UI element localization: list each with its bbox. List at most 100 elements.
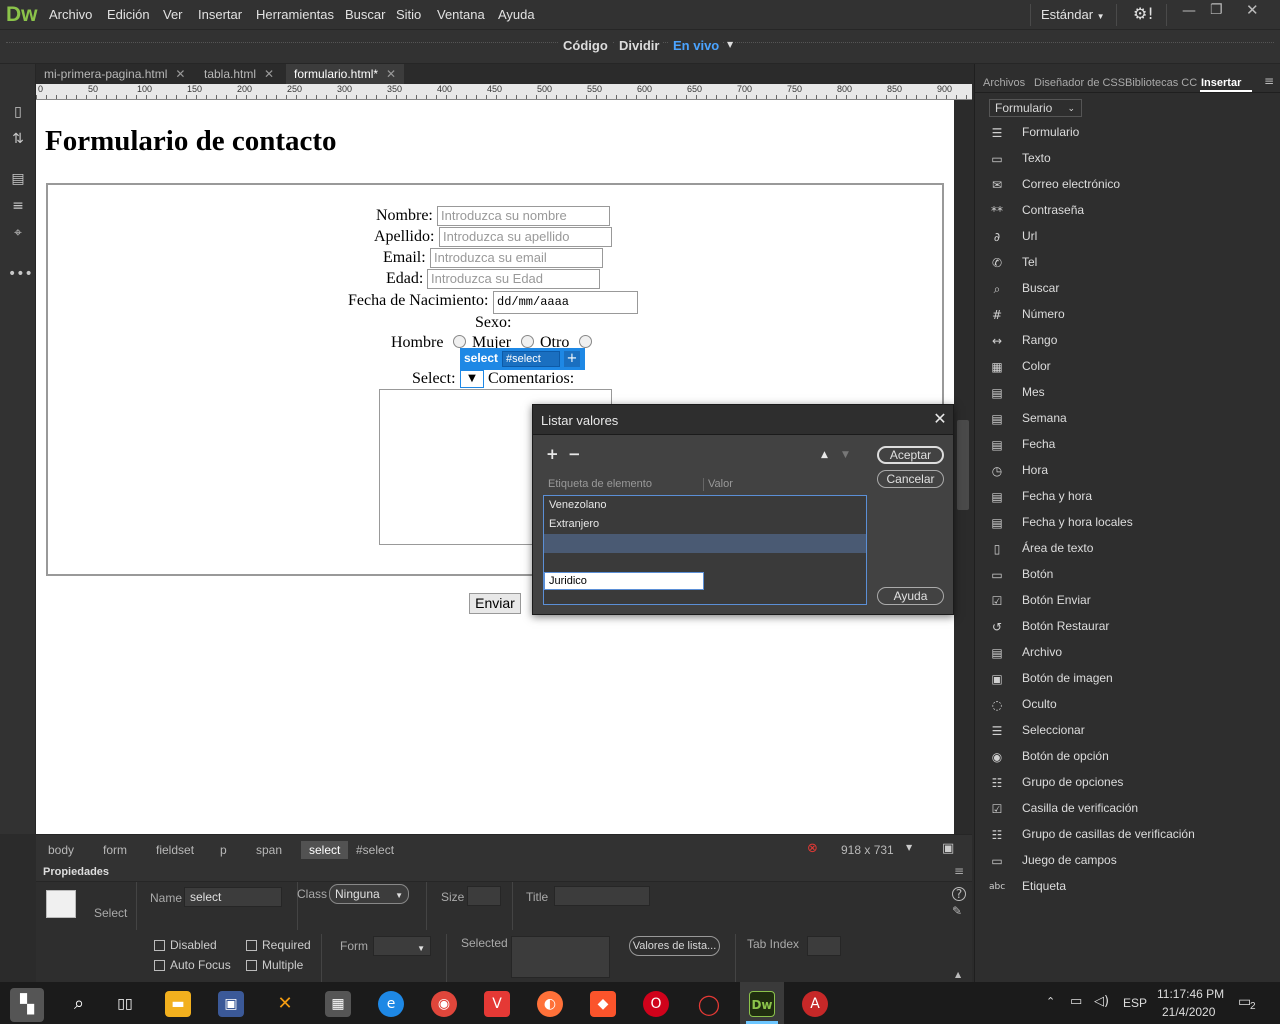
edit-icon[interactable]: ✎	[952, 904, 962, 918]
list-item[interactable]: Extranjero	[544, 515, 866, 534]
insert-fecha[interactable]: ▤ Fecha	[989, 432, 1269, 458]
add-class-button[interactable]: +	[564, 351, 580, 367]
dialog-titlebar[interactable]: Listar valores ✕	[533, 405, 953, 435]
class-dropdown[interactable]: Ninguna ▼	[329, 884, 409, 904]
insert-oculto[interactable]: ◌ Oculto	[989, 692, 1269, 718]
insert-boton[interactable]: ▭ Botón	[989, 562, 1269, 588]
close-icon[interactable]: ✕	[386, 67, 396, 81]
menu-ver[interactable]: Ver	[163, 7, 183, 22]
insert-texto[interactable]: ▭ Texto	[989, 146, 1269, 172]
help-icon[interactable]: ?	[952, 887, 966, 901]
autofocus-checkbox[interactable]	[154, 960, 165, 971]
close-icon[interactable]: ✕	[264, 67, 274, 81]
crumb-select[interactable]: select	[301, 841, 349, 859]
opera-gx-icon[interactable]: ◯	[696, 991, 722, 1017]
insert-fecha-hora-locales[interactable]: ▤ Fecha y hora locales	[989, 510, 1269, 536]
input-nombre[interactable]: Introduzca su nombre	[437, 206, 610, 226]
chevron-down-icon[interactable]: ▼	[906, 843, 912, 852]
search-icon[interactable]: ⌕	[66, 991, 92, 1017]
view-live-button[interactable]: En vivo	[669, 38, 724, 53]
insert-mes[interactable]: ▤ Mes	[989, 380, 1269, 406]
insert-seleccionar[interactable]: ☰ Seleccionar	[989, 718, 1269, 744]
insert-casilla[interactable]: ☑ Casilla de verificación	[989, 796, 1269, 822]
values-list[interactable]: Venezolano Extranjero Juridico	[543, 495, 867, 605]
crumb-body[interactable]: body	[48, 841, 74, 859]
crumb-span[interactable]: span	[256, 841, 282, 859]
menu-ventana[interactable]: Ventana	[437, 7, 485, 22]
crumb-form[interactable]: form	[103, 841, 127, 859]
list-item-selected[interactable]: Juridico	[544, 534, 866, 590]
error-icon[interactable]: ⊗	[807, 841, 818, 856]
vivaldi-browser-icon[interactable]: V	[484, 991, 510, 1017]
insert-fecha-hora[interactable]: ▤ Fecha y hora	[989, 484, 1269, 510]
target-icon[interactable]: ⌖	[8, 223, 28, 243]
preview-icon[interactable]: ▣	[942, 841, 954, 856]
viewport-size[interactable]: 918 x 731	[841, 841, 894, 859]
multiple-checkbox[interactable]	[246, 960, 257, 971]
radio-otro[interactable]	[579, 335, 592, 348]
list-values-button[interactable]: Valores de lista...	[629, 936, 720, 956]
insert-boton-opcion[interactable]: ◉ Botón de opción	[989, 744, 1269, 770]
selected-list[interactable]	[511, 936, 610, 978]
input-email[interactable]: Introduzca su email	[430, 248, 603, 268]
radio-hombre[interactable]	[453, 335, 466, 348]
tab-mi-primera-pagina[interactable]: mi-primera-pagina.html ✕	[36, 64, 194, 84]
insert-boton-enviar[interactable]: ☑ Botón Enviar	[989, 588, 1269, 614]
inspect-icon[interactable]: ▤	[8, 169, 28, 189]
help-button[interactable]: Ayuda	[877, 587, 944, 605]
insert-correo[interactable]: ✉ Correo electrónico	[989, 172, 1269, 198]
required-checkbox[interactable]	[246, 940, 257, 951]
file-explorer-icon[interactable]: ▬	[165, 991, 191, 1017]
insert-archivo[interactable]: ▤ Archivo	[989, 640, 1269, 666]
file-icon[interactable]: ▯	[8, 102, 28, 122]
close-icon[interactable]: ✕	[1246, 1, 1259, 19]
select-element[interactable]: ▼	[460, 370, 484, 388]
insert-category-dropdown[interactable]: Formulario ⌄	[989, 99, 1082, 117]
view-split-button[interactable]: Dividir	[615, 38, 664, 53]
more-icon[interactable]: •••	[8, 264, 33, 284]
app-a-icon[interactable]: A	[802, 991, 828, 1017]
input-apellido[interactable]: Introduzca su apellido	[439, 227, 612, 247]
chevron-up-icon[interactable]: ⌃	[1046, 995, 1055, 1008]
list-item-edit-input[interactable]: Juridico	[544, 572, 704, 590]
remove-item-button[interactable]: −	[568, 445, 581, 463]
move-down-button[interactable]: ▼	[842, 450, 849, 460]
tab-tabla[interactable]: tabla.html ✕	[196, 64, 283, 84]
brave-browser-icon[interactable]: ◆	[590, 991, 616, 1017]
network-icon[interactable]: ▭	[1070, 994, 1082, 1009]
list-item[interactable]: Venezolano	[544, 496, 866, 515]
view-code-button[interactable]: Código	[559, 38, 612, 53]
insert-color[interactable]: ▦ Color	[989, 354, 1269, 380]
scrollbar-thumb[interactable]	[957, 420, 969, 510]
restore-icon[interactable]: ❐	[1210, 2, 1223, 18]
move-up-button[interactable]: ▲	[821, 450, 828, 460]
insert-numero[interactable]: # Número	[989, 302, 1269, 328]
dreamweaver-app-icon[interactable]: Dw	[749, 991, 775, 1017]
radio-mujer[interactable]	[521, 335, 534, 348]
add-item-button[interactable]: +	[546, 445, 559, 463]
language-indicator[interactable]: ESP	[1123, 996, 1147, 1010]
insert-contrasena[interactable]: ** Contraseña	[989, 198, 1269, 224]
clock-time[interactable]: 11:17:46 PM	[1157, 987, 1224, 1001]
crumb-p[interactable]: p	[220, 841, 227, 859]
submit-button[interactable]: Enviar	[469, 593, 521, 614]
form-dropdown[interactable]: ▼	[373, 936, 431, 956]
insert-buscar[interactable]: ⌕ Buscar	[989, 276, 1269, 302]
insert-juego-campos[interactable]: ▭ Juego de campos	[989, 848, 1269, 874]
tab-disenador-css[interactable]: Diseñador de CSS	[1034, 77, 1125, 89]
name-input[interactable]: select	[184, 887, 282, 907]
panel-menu-icon[interactable]: ≡	[954, 864, 964, 878]
tab-bibliotecas-cc[interactable]: Bibliotecas CC	[1125, 77, 1197, 89]
task-view-icon[interactable]: ▯▯	[112, 991, 138, 1017]
insert-url[interactable]: ∂ Url	[989, 224, 1269, 250]
size-input[interactable]	[467, 886, 501, 906]
accept-button[interactable]: Aceptar	[877, 446, 944, 464]
edge-browser-icon[interactable]: e	[378, 991, 404, 1017]
insert-tel[interactable]: ✆ Tel	[989, 250, 1269, 276]
insert-hora[interactable]: ◷ Hora	[989, 458, 1269, 484]
input-fecha-nacimiento[interactable]: dd/mm/aaaa	[493, 291, 638, 314]
insert-area-texto[interactable]: ▯ Área de texto	[989, 536, 1269, 562]
insert-boton-restaurar[interactable]: ↺ Botón Restaurar	[989, 614, 1269, 640]
chrome-browser-icon[interactable]: ◉	[431, 991, 457, 1017]
crumb-select-id[interactable]: #select	[356, 841, 394, 859]
